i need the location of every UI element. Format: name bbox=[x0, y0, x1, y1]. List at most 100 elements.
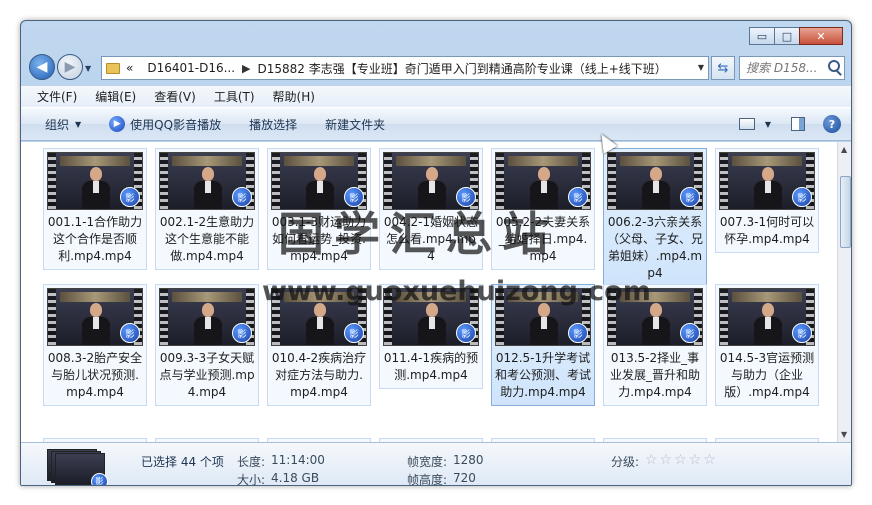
file-item[interactable]: 影 002.1-2生意助力这个生意能不能做.mp4.mp4 bbox=[155, 148, 259, 270]
selection-thumbnail-stack: 影 bbox=[47, 449, 109, 485]
menu-file[interactable]: 文件(F) bbox=[37, 88, 77, 105]
new-folder-button[interactable]: 新建文件夹 bbox=[325, 116, 385, 133]
back-button[interactable]: ◀ bbox=[29, 54, 55, 80]
minimize-button[interactable]: ▭ bbox=[749, 27, 775, 45]
qq-player-icon: ▶ bbox=[109, 116, 126, 132]
view-options-chevron-icon[interactable]: ▼ bbox=[765, 120, 771, 129]
breadcrumb-overflow[interactable]: « bbox=[126, 61, 133, 75]
film-strip bbox=[160, 289, 168, 345]
rating-stars[interactable]: ☆☆☆☆☆ bbox=[645, 452, 718, 468]
frame-width-label: 帧宽度: bbox=[407, 455, 448, 469]
file-name: 013.5-2择业_事业发展_晋升和助力.mp4.mp4 bbox=[609, 351, 700, 399]
menu-help[interactable]: 帮助(H) bbox=[273, 88, 315, 105]
folder-icon bbox=[106, 62, 120, 74]
stack-card: 影 bbox=[55, 453, 108, 485]
menu-view[interactable]: 查看(V) bbox=[154, 88, 196, 105]
qq-video-badge-icon: 影 bbox=[456, 323, 476, 343]
lecturer-figure bbox=[82, 303, 110, 345]
figure-shirt bbox=[317, 181, 323, 193]
file-name: 006.2-3六亲关系（父母、子女、兄弟姐妹）.mp4.mp4 bbox=[607, 215, 704, 280]
search-input[interactable] bbox=[746, 61, 824, 75]
rating-label: 分级: bbox=[611, 455, 640, 469]
play-selection-button[interactable]: 播放选择 bbox=[249, 116, 297, 133]
address-bar[interactable]: « D16401-D16... ▶ D15882 李志强【专业班】奇门遁甲入门到… bbox=[101, 56, 709, 80]
selected-count: 已选择 44 个项 bbox=[141, 455, 224, 469]
film-strip bbox=[720, 289, 728, 345]
play-with-qq-button[interactable]: ▶ 使用QQ影音播放 bbox=[109, 116, 221, 133]
film-strip bbox=[720, 153, 728, 209]
menu-bar: 文件(F) 编辑(E) 查看(V) 工具(T) 帮助(H) bbox=[21, 85, 851, 107]
file-item[interactable]: 影 007.3-1何时可以怀孕.mp4.mp4 bbox=[715, 148, 819, 253]
file-item[interactable]: 影 009.3-3子女天赋点与学业预测.mp4.mp4 bbox=[155, 284, 259, 406]
search-box[interactable] bbox=[739, 56, 845, 80]
figure-head bbox=[314, 167, 326, 181]
breadcrumb-item-current[interactable]: D15882 李志强【专业班】奇门遁甲入门到精通高阶专业课（线上+线下班） bbox=[258, 60, 667, 77]
scrollbar-thumb[interactable] bbox=[840, 176, 851, 248]
qq-video-badge-icon: 影 bbox=[232, 187, 252, 207]
details-pane: 影 已选择 44 个项 长度: 11:14:00 大小: 4.18 GB 帧宽度… bbox=[21, 442, 851, 485]
breadcrumb-chevron-icon[interactable]: ▶ bbox=[242, 62, 250, 75]
figure-shirt bbox=[541, 181, 547, 193]
new-folder-label: 新建文件夹 bbox=[325, 117, 386, 132]
video-thumbnail: 影 bbox=[47, 288, 143, 346]
figure-head bbox=[90, 303, 102, 317]
address-dropdown-icon[interactable]: ▼ bbox=[698, 63, 704, 72]
video-thumbnail: 影 bbox=[719, 152, 815, 210]
qq-video-badge-icon: 影 bbox=[91, 473, 108, 485]
close-button[interactable]: ✕ bbox=[799, 27, 843, 45]
lecturer-figure bbox=[306, 303, 334, 345]
file-item[interactable]: 影 001.1-1合作助力这个合作是否顺利.mp4.mp4 bbox=[43, 148, 147, 270]
play-with-qq-label: 使用QQ影音播放 bbox=[130, 117, 222, 132]
qq-video-badge-icon: 影 bbox=[568, 187, 588, 207]
toolbar-right: ▼ ? bbox=[738, 115, 841, 133]
refresh-button[interactable]: ⇆ bbox=[711, 56, 735, 80]
file-item[interactable]: 影 008.3-2胎产安全与胎儿状况预测.mp4.mp4 bbox=[43, 284, 147, 406]
file-name: 002.1-2生意助力这个生意能不能做.mp4.mp4 bbox=[159, 215, 255, 263]
lecturer-figure bbox=[82, 167, 110, 209]
figure-shirt bbox=[653, 317, 659, 329]
watermark-title: 国学汇总站 bbox=[278, 207, 558, 261]
figure-head bbox=[202, 303, 214, 317]
video-thumbnail: 影 bbox=[607, 152, 703, 210]
figure-shirt bbox=[93, 317, 99, 329]
scroll-up-icon[interactable]: ▲ bbox=[841, 145, 847, 154]
recent-pages-chevron-icon[interactable]: ▼ bbox=[85, 64, 91, 73]
breadcrumb-item-parent[interactable]: D16401-D16... bbox=[147, 61, 235, 75]
video-thumbnail: 影 bbox=[719, 288, 815, 346]
organize-button[interactable]: 组织 ▼ bbox=[45, 116, 81, 133]
figure-shirt bbox=[653, 181, 659, 193]
thumbnail-banner bbox=[732, 156, 802, 166]
change-view-icon[interactable] bbox=[738, 118, 755, 130]
figure-head bbox=[426, 167, 438, 181]
vertical-scrollbar[interactable]: ▲ ▼ bbox=[837, 142, 851, 442]
thumbnail-banner bbox=[60, 292, 130, 302]
maximize-button[interactable]: □ bbox=[774, 27, 800, 45]
play-selection-label: 播放选择 bbox=[249, 117, 298, 132]
thumbnail-banner bbox=[172, 292, 242, 302]
help-icon[interactable]: ? bbox=[823, 115, 841, 133]
thumbnail-banner bbox=[620, 156, 690, 166]
search-icon[interactable] bbox=[828, 60, 840, 72]
figure-shirt bbox=[429, 181, 435, 193]
figure-head bbox=[762, 303, 774, 317]
menu-edit[interactable]: 编辑(E) bbox=[95, 88, 136, 105]
qq-video-badge-icon: 影 bbox=[792, 323, 812, 343]
file-item[interactable]: 影 006.2-3六亲关系（父母、子女、兄弟姐妹）.mp4.mp4 bbox=[603, 148, 707, 287]
forward-button[interactable]: ▶ bbox=[57, 54, 83, 80]
film-strip bbox=[608, 153, 616, 209]
film-strip bbox=[48, 153, 56, 209]
scroll-down-icon[interactable]: ▼ bbox=[841, 430, 847, 439]
figure-shirt bbox=[93, 181, 99, 193]
preview-pane-icon[interactable] bbox=[791, 117, 805, 131]
thumbnail-banner bbox=[284, 156, 354, 166]
refresh-icon: ⇆ bbox=[717, 60, 729, 76]
file-name: 007.3-1何时可以怀孕.mp4.mp4 bbox=[719, 215, 815, 246]
lecturer-figure bbox=[530, 303, 558, 345]
length-label: 长度: bbox=[237, 455, 266, 469]
figure-head bbox=[650, 303, 662, 317]
file-item[interactable]: 影 014.5-3官运预测与助力（企业版）.mp4.mp4 bbox=[715, 284, 819, 406]
menu-tools[interactable]: 工具(T) bbox=[214, 88, 255, 105]
frame-width-value: 1280 bbox=[453, 453, 484, 467]
thumbnail-banner bbox=[732, 292, 802, 302]
thumbnail-banner bbox=[60, 156, 130, 166]
